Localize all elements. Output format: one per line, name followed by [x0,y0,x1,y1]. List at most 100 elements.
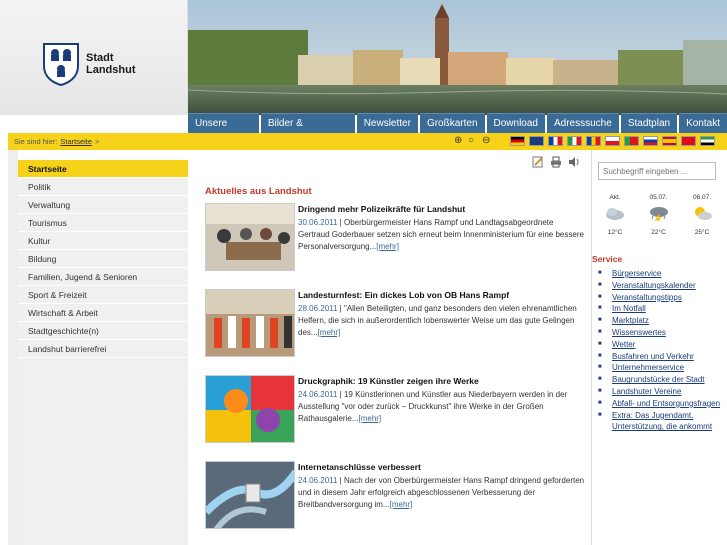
news-more-link[interactable]: [mehr] [376,242,399,251]
flag-fr-icon[interactable] [548,136,563,146]
service-link[interactable]: Bürgerservice [598,268,727,280]
weather-day-label: Akt. [609,194,621,201]
news-thumbnail[interactable] [205,375,295,443]
news-title[interactable]: Landesturnfest: Ein dickes Lob von OB Ha… [298,289,586,301]
sidebar-menu: Startseite Politik Verwaltung Tourismus … [18,160,188,358]
service-link[interactable]: Landshuter Vereine [598,386,727,398]
news-item: Internetanschlüsse verbessert 24.06.2011… [205,461,587,531]
nav-adresssuche[interactable]: Adresssuche [547,113,619,133]
sidebar-item-bildung[interactable]: Bildung [18,250,188,268]
page-tools [532,156,580,168]
sidebar-item-barrierefrei[interactable]: Landshut barrierefrei [18,340,188,358]
news-more-link[interactable]: [mehr] [318,328,341,337]
landshut-panorama-image [188,0,727,115]
logo-line2: Landshut [86,64,136,76]
zoom-out-icon[interactable]: ⊖ [482,135,493,146]
news-title[interactable]: Dringend mehr Polizeikräfte für Landshut [298,203,586,215]
flag-ro-icon[interactable] [586,136,601,146]
flag-ar-icon[interactable] [700,136,715,146]
sidebar-item-startseite[interactable]: Startseite [18,160,188,178]
sidebar-item-tourismus[interactable]: Tourismus [18,214,188,232]
storm-cloud-icon [649,207,668,222]
news-item: Dringend mehr Polizeikräfte für Landshut… [205,203,587,273]
flag-pt-icon[interactable] [624,136,639,146]
flag-ru-icon[interactable] [643,136,658,146]
city-logo[interactable]: Stadt Landshut [42,42,136,86]
sidebar-item-wirtschaft[interactable]: Wirtschaft & Arbeit [18,304,188,322]
breadcrumb-arrow: > [95,137,100,146]
logo-line1: Stadt [86,52,114,64]
service-link[interactable]: Wissenswertes [598,327,727,339]
service-link[interactable]: Marktplatz [598,315,727,327]
news-thumbnail[interactable] [205,461,295,529]
breadcrumb-link-startseite[interactable]: Startseite [60,137,92,146]
weather-day: Akt. 12°C [596,194,634,236]
flag-de-icon[interactable] [510,136,525,146]
print-icon[interactable] [550,156,562,168]
coat-of-arms-icon [43,43,79,86]
sun-cloud-icon [695,207,712,220]
flag-it-icon[interactable] [567,136,582,146]
news-teaser: | Nach der von Oberbürgermeister Hans Ra… [298,476,585,509]
weather-temp: 22°C [651,229,666,236]
news-teaser: | Oberbürgermeister Hans Rampf und Landt… [298,218,584,251]
news-teaser: | 19 Künstlerinnen und Künstler aus Nied… [298,390,568,423]
service-link[interactable]: Busfahren und Verkehr [598,351,727,363]
service-link[interactable]: Im Notfall [598,303,727,315]
news-item: Landesturnfest: Ein dickes Lob von OB Ha… [205,289,587,359]
language-flags [510,136,715,146]
sidebar-item-verwaltung[interactable]: Verwaltung [18,196,188,214]
sidebar-item-sport[interactable]: Sport & Freizeit [18,286,188,304]
weather-temp: 12°C [607,229,623,236]
nav-newsletter[interactable]: Newsletter [356,113,418,133]
zoom-reset-icon[interactable]: ○ [468,135,479,146]
news-thumbnail[interactable] [205,203,295,271]
news-date: 24.06.2011 [298,476,338,485]
search-input[interactable] [598,162,716,180]
flag-tr-icon[interactable] [681,136,696,146]
breadcrumb-prefix: Sie sind hier: [14,137,58,146]
weather-widget[interactable]: Akt. 12°C 05.07. 22°C 06.07. 25°C [596,194,721,236]
service-heading: Service [592,254,623,264]
nav-bilder-webcams[interactable]: Bilder & Webcams [260,113,355,149]
weather-day-label: 06.07. [692,194,712,201]
service-link[interactable]: Veranstaltungskalender [598,280,727,292]
sidebar-item-familien[interactable]: Familien, Jugend & Senioren [18,268,188,286]
service-link[interactable]: Unternehmerservice [598,362,727,374]
sidebar-item-politik[interactable]: Politik [18,178,188,196]
news-more-link[interactable]: [mehr] [358,414,381,423]
news-thumbnail[interactable] [205,289,295,357]
nav-kontakt[interactable]: Kontakt [679,113,727,133]
nav-stadtplan[interactable]: Stadtplan [620,113,678,133]
news-title[interactable]: Internetanschlüsse verbessert [298,461,586,473]
news-date: 30.06.2011 [298,218,338,227]
nav-grosskarten[interactable]: Großkarten [419,113,485,133]
news-date: 28.06.2011 [298,304,338,313]
main-navigation: Unsere Stadt Bilder & Webcams Newsletter… [188,113,727,149]
flag-en-icon[interactable] [529,136,544,146]
service-link[interactable]: Veranstaltungstipps [598,292,727,304]
breadcrumb: Sie sind hier: Startseite > ⊕ ○ ⊖ [8,133,727,150]
flag-pl-icon[interactable] [605,136,620,146]
nav-unsere-stadt[interactable]: Unsere Stadt [188,113,259,149]
news-date: 24.06.2011 [298,390,338,399]
edit-icon[interactable] [532,156,544,168]
news-heading: Aktuelles aus Landshut [205,186,312,197]
service-list: Bürgerservice Veranstaltungskalender Ver… [598,268,727,433]
sidebar-item-kultur[interactable]: Kultur [18,232,188,250]
sidebar-filler [18,358,188,545]
page: Stadt Landshut Unsere Bilder & Newslette… [0,0,727,545]
zoom-in-icon[interactable]: ⊕ [454,135,465,146]
header-photo [188,0,727,115]
service-link[interactable]: Extra: Das Jugendamt. Unterstützung, die… [598,410,727,434]
news-more-link[interactable]: [mehr] [390,500,413,509]
news-title[interactable]: Druckgraphik: 19 Künstler zeigen ihre We… [298,375,586,387]
service-link[interactable]: Baugrundstücke der Stadt [598,374,727,386]
flag-es-icon[interactable] [662,136,677,146]
service-link[interactable]: Wetter [598,339,727,351]
sidebar-item-stadtgeschichte[interactable]: Stadtgeschichte(n) [18,322,188,340]
weather-day-label: 05.07. [649,194,668,201]
nav-download[interactable]: Download [486,113,545,133]
service-link[interactable]: Abfall- und Entsorgungsfragen [598,398,727,410]
audio-icon[interactable] [568,156,580,168]
